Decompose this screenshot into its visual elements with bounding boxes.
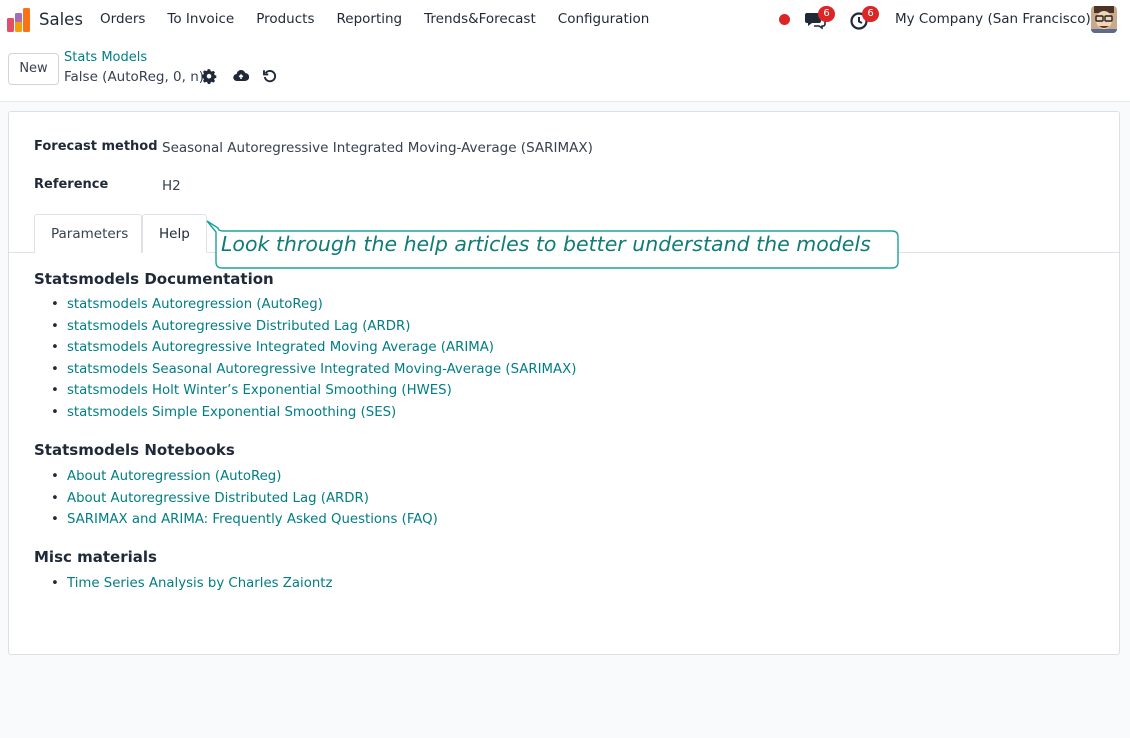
cloud-upload-icon[interactable] — [233, 68, 249, 84]
tab-help[interactable]: Help — [142, 214, 207, 253]
misc-links: Time Series Analysis by Charles Zaiontz — [51, 576, 333, 598]
gear-icon[interactable] — [201, 68, 217, 84]
link-notebook-faq[interactable]: SARIMAX and ARIMA: Frequently Asked Ques… — [51, 512, 438, 534]
sales-app-logo-icon[interactable] — [7, 8, 30, 32]
menu-configuration[interactable]: Configuration — [558, 11, 650, 27]
main-menu: Orders To Invoice Products Reporting Tre… — [100, 11, 671, 27]
user-avatar[interactable] — [1091, 6, 1117, 33]
menu-trends-forecast[interactable]: Trends&Forecast — [424, 11, 536, 27]
discard-undo-icon[interactable] — [262, 68, 278, 84]
link-doc-ardr[interactable]: statsmodels Autoregressive Distributed L… — [51, 319, 576, 341]
user-avatar-icon — [1091, 6, 1117, 33]
notebook-links: About Autoregression (AutoReg) About Aut… — [51, 469, 438, 534]
section-title-documentation: Statsmodels Documentation — [34, 270, 274, 288]
link-doc-arima[interactable]: statsmodels Autoregressive Integrated Mo… — [51, 340, 576, 362]
menu-orders[interactable]: Orders — [100, 11, 145, 27]
top-navbar: Sales Orders To Invoice Products Reporti… — [0, 0, 1130, 40]
reference-label: Reference — [34, 177, 109, 192]
control-panel: New Stats Models False (AutoReg, 0, n) — [0, 40, 1130, 102]
link-notebook-ardr[interactable]: About Autoregressive Distributed Lag (AR… — [51, 491, 438, 513]
app-name[interactable]: Sales — [39, 10, 83, 29]
recording-indicator[interactable] — [779, 14, 790, 25]
callout-text: Look through the help articles to better… — [221, 232, 871, 256]
activities-badge: 6 — [862, 6, 879, 22]
documentation-links: statsmodels Autoregression (AutoReg) sta… — [51, 297, 576, 426]
company-switcher[interactable]: My Company (San Francisco) — [895, 11, 1091, 27]
messages-badge: 6 — [818, 6, 835, 22]
link-doc-autoreg[interactable]: statsmodels Autoregression (AutoReg) — [51, 297, 576, 319]
menu-to-invoice[interactable]: To Invoice — [167, 11, 234, 27]
forecast-method-value: Seasonal Autoregressive Integrated Movin… — [162, 140, 593, 156]
reference-value: H2 — [162, 178, 181, 194]
section-title-misc: Misc materials — [34, 548, 157, 566]
link-doc-ses[interactable]: statsmodels Simple Exponential Smoothing… — [51, 405, 576, 427]
menu-reporting[interactable]: Reporting — [336, 11, 402, 27]
link-misc-zaiontz[interactable]: Time Series Analysis by Charles Zaiontz — [51, 576, 333, 598]
form-sheet: Forecast method Seasonal Autoregressive … — [8, 111, 1120, 655]
menu-products[interactable]: Products — [256, 11, 314, 27]
link-notebook-autoreg[interactable]: About Autoregression (AutoReg) — [51, 469, 438, 491]
forecast-method-label: Forecast method — [34, 139, 158, 154]
link-doc-hwes[interactable]: statsmodels Holt Winter’s Exponential Sm… — [51, 383, 576, 405]
tab-parameters[interactable]: Parameters — [34, 214, 142, 253]
section-title-notebooks: Statsmodels Notebooks — [34, 441, 235, 459]
link-doc-sarimax[interactable]: statsmodels Seasonal Autoregressive Inte… — [51, 362, 576, 384]
breadcrumb-stats-models[interactable]: Stats Models — [64, 50, 147, 65]
record-title: False (AutoReg, 0, n) — [64, 69, 205, 85]
new-button[interactable]: New — [8, 53, 59, 85]
